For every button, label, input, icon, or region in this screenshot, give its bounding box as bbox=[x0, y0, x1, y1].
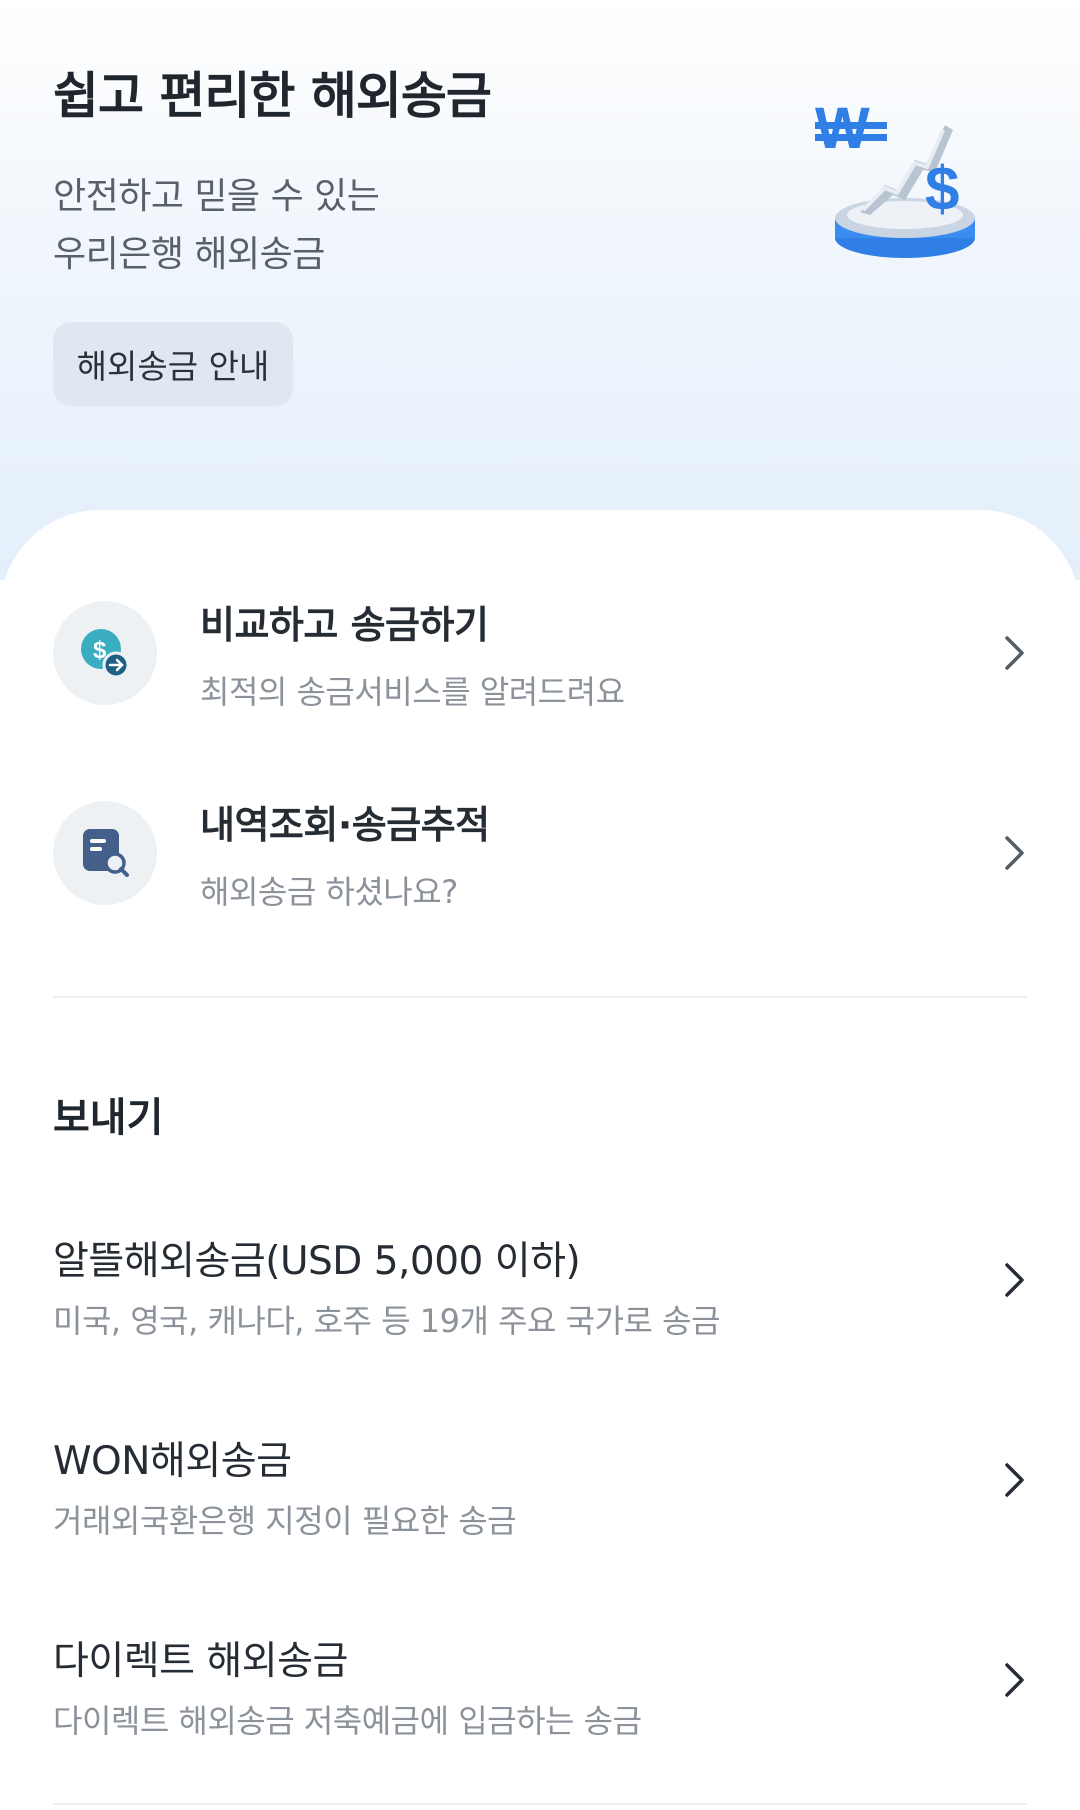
bottom-divider bbox=[53, 1803, 1027, 1805]
send-item-desc: 다이렉트 해외송금 저축예금에 입금하는 송금 bbox=[53, 1702, 642, 1740]
row-title: 내역조회·송금추적 bbox=[200, 802, 490, 847]
chevron-right-icon bbox=[1005, 636, 1024, 670]
send-item-won-remittance[interactable]: WON해외송금 거래외국환은행 지정이 필요한 송금 bbox=[0, 1430, 1080, 1570]
hero-subtitle-line2: 우리은행 해외송금 bbox=[53, 234, 325, 275]
chevron-right-icon bbox=[1005, 1663, 1024, 1697]
send-item-thrifty-remittance[interactable]: 알뜰해외송금(USD 5,000 이하) 미국, 영국, 캐나다, 호주 등 1… bbox=[0, 1230, 1080, 1370]
row-desc: 해외송금 하셨나요? bbox=[200, 872, 458, 911]
chevron-right-icon bbox=[1005, 1463, 1024, 1497]
document-search-icon bbox=[83, 829, 129, 877]
row-desc: 최적의 송금서비스를 알려드려요 bbox=[200, 672, 625, 711]
send-item-desc: 미국, 영국, 캐나다, 호주 등 19개 주요 국가로 송금 bbox=[53, 1302, 721, 1340]
hero-subtitle: 안전하고 믿을 수 있는 우리은행 해외송금 bbox=[53, 168, 380, 284]
remittance-guide-button[interactable]: 해외송금 안내 bbox=[53, 322, 293, 406]
row-title: 비교하고 송금하기 bbox=[200, 602, 489, 647]
send-item-direct-remittance[interactable]: 다이렉트 해외송금 다이렉트 해외송금 저축예금에 입금하는 송금 bbox=[0, 1630, 1080, 1770]
compare-text: 비교하고 송금하기 최적의 송금서비스를 알려드려요 bbox=[200, 594, 625, 713]
compare-icon-container: $ bbox=[53, 601, 157, 705]
send-section-title: 보내기 bbox=[53, 1095, 164, 1141]
svg-text:$: $ bbox=[925, 155, 959, 224]
page-title: 쉽고 편리한 해외송금 bbox=[53, 67, 492, 125]
won-dollar-exchange-icon: W $ bbox=[815, 96, 975, 258]
send-item-title: 다이렉트 해외송금 bbox=[53, 1639, 348, 1684]
hero-subtitle-line1: 안전하고 믿을 수 있는 bbox=[53, 176, 380, 217]
history-tracking-row[interactable]: 내역조회·송금추적 해외송금 하셨나요? bbox=[0, 783, 1080, 923]
send-item-desc: 거래외국환은행 지정이 필요한 송금 bbox=[53, 1502, 517, 1540]
chevron-right-icon bbox=[1005, 1263, 1024, 1297]
chevron-right-icon bbox=[1005, 836, 1024, 870]
dollar-transfer-icon: $ bbox=[81, 629, 130, 679]
send-item-title: 알뜰해외송금(USD 5,000 이하) bbox=[53, 1239, 581, 1284]
history-icon-container bbox=[53, 801, 157, 905]
history-text: 내역조회·송금추적 해외송금 하셨나요? bbox=[200, 794, 490, 913]
send-item-title: WON해외송금 bbox=[53, 1439, 292, 1484]
section-divider bbox=[53, 996, 1027, 998]
hero-banner: 쉽고 편리한 해외송금 안전하고 믿을 수 있는 우리은행 해외송금 해외송금 … bbox=[0, 0, 1080, 580]
compare-and-send-row[interactable]: $ 비교하고 송금하기 최적의 송금서비스를 알려드려요 bbox=[0, 583, 1080, 723]
